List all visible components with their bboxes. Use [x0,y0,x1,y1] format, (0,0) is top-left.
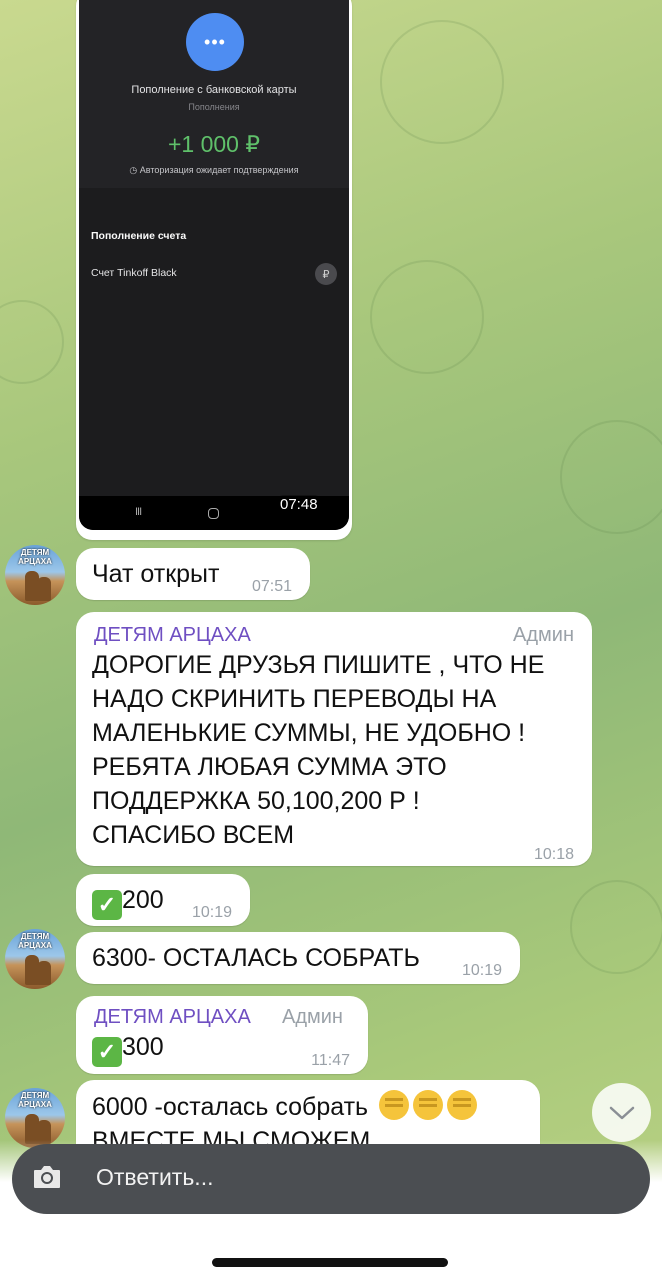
fist-emoji-icon [447,1090,478,1120]
message-time: 07:48 [276,495,322,514]
message-bubble[interactable]: ✓ 200 10:19 [76,874,250,926]
background-doodle [370,260,484,374]
message-text: ДОРОГИЕ ДРУЗЬЯ ПИШИТЕ , ЧТО НЕ НАДО СКРИ… [92,648,582,852]
clock-icon: ◷ [129,165,138,175]
background-doodle [0,300,64,384]
message-text: 200 [122,886,164,914]
avatar[interactable]: ДЕТЯМ АРЦАХА [5,929,65,989]
transaction-subtitle: Пополнения [188,102,240,112]
status-text: Авторизация ожидает подтверждения [139,165,299,175]
message-bubble[interactable]: 6300- ОСТАЛАСЬ СОБРАТЬ 10:19 [76,932,520,984]
transaction-amount: +1 000 ₽ [167,131,260,157]
message-content: ✓ 300 [92,1030,164,1067]
message-bubble[interactable]: ДЕТЯМ АРЦАХА Админ ✓ 300 11:47 [76,996,368,1074]
message-line: РЕБЯТА ЛЮБАЯ СУММА ЭТО [92,753,447,781]
statue-shape [37,577,51,601]
message-time: 10:18 [533,846,574,863]
image-message[interactable]: ••• Пополнение с банковской карты Пополн… [76,0,352,540]
avatar-label: ДЕТЯМ АРЦАХА [18,932,52,950]
check-mark-icon: ✓ [92,890,122,920]
avatar-label: ДЕТЯМ АРЦАХА [18,548,52,566]
reply-placeholder[interactable]: Ответить... [96,1164,213,1191]
avatar-label: ДЕТЯМ АРЦАХА [18,1091,52,1109]
message-text: 300 [122,1033,164,1061]
dots-glyph: ••• [204,31,226,52]
message-content: 6000 -осталась собрать [92,1090,478,1124]
home-icon [208,508,219,519]
check-mark-icon: ✓ [92,1037,122,1067]
message-time: 11:47 [311,1052,350,1069]
sender-name[interactable]: ДЕТЯМ АРЦАХА [94,1000,251,1034]
background-doodle [560,420,662,534]
background-doodle [570,880,662,974]
fist-emoji-icon [413,1090,444,1120]
account-name: Счет Tinkoff Black [91,267,177,279]
message-line: НАДО СКРИНИТЬ ПЕРЕВОДЫ НА [92,685,497,713]
recent-apps-icon: III [135,506,142,518]
screenshot-image: ••• Пополнение с банковской карты Пополн… [79,0,349,530]
admin-badge: Админ [282,1006,343,1028]
message-text: 6000 -осталась собрать [92,1093,369,1121]
message-text: Чат открыт [92,560,220,588]
message-bubble[interactable]: Чат открыт 07:51 [76,548,310,600]
avatar[interactable]: ДЕТЯМ АРЦАХА [5,545,65,605]
avatar[interactable]: ДЕТЯМ АРЦАХА [5,1088,65,1148]
background-doodle [380,20,504,144]
message-bubble[interactable]: ДЕТЯМ АРЦАХА Админ ДОРОГИЕ ДРУЗЬЯ ПИШИТЕ… [76,612,592,866]
message-line: ДОРОГИЕ ДРУЗЬЯ ПИШИТЕ , ЧТО НЕ [92,651,545,679]
section-title: Пополнение счета [91,230,187,242]
statue-shape [37,961,51,985]
fist-emoji-icon [379,1090,410,1120]
message-time: 07:51 [251,578,292,595]
message-time: 10:19 [461,962,502,979]
sender-name[interactable]: ДЕТЯМ АРЦАХА [94,618,251,652]
transaction-title: Пополнение с банковской карты [131,84,297,96]
message-time: 10:19 [191,904,232,921]
message-line: СПАСИБО ВСЕМ [92,821,295,849]
chevron-down-icon [609,1106,634,1119]
transaction-status: ◷ Авторизация ожидает подтверждения [79,165,349,176]
message-content: ✓ 200 [92,883,164,920]
ruble-icon: ₽ [315,263,337,285]
message-line: ПОДДЕРЖКА 50,100,200 Р ! [92,787,420,815]
message-text: 6300- ОСТАЛАСЬ СОБРАТЬ [92,944,420,972]
transfer-icon: ••• [186,13,244,71]
home-indicator [212,1258,448,1267]
admin-badge: Админ [513,624,574,646]
scroll-down-button[interactable] [592,1083,651,1142]
camera-icon[interactable] [32,1163,62,1191]
message-line: МАЛЕНЬКИЕ СУММЫ, НЕ УДОБНО ! [92,719,526,747]
